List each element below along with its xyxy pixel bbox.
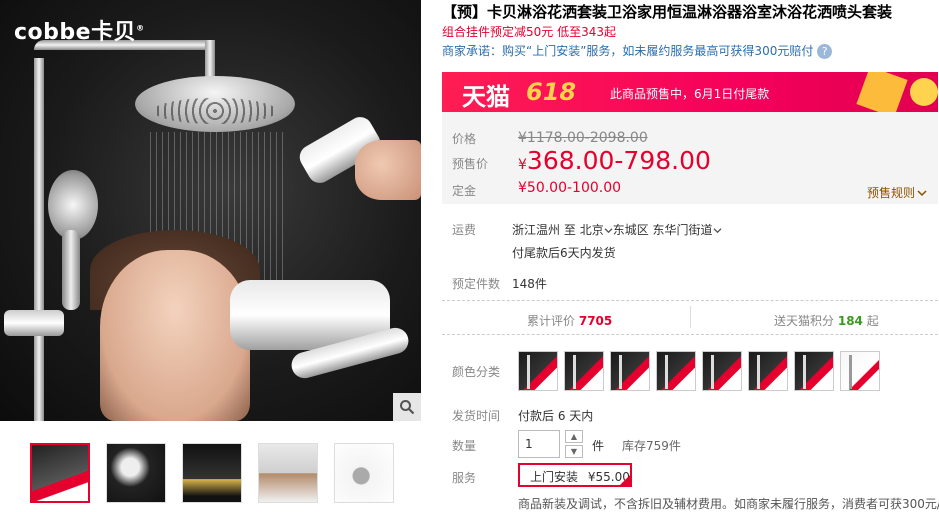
district-select[interactable]: 东城区: [613, 223, 649, 237]
merchant-promise: 商家承诺：购买“上门安装”服务，如未履约服务最高可获得300元赔付 ?: [442, 42, 833, 59]
shipping-note: 付尾款后6天内发货: [512, 246, 616, 260]
color-option[interactable]: [748, 351, 788, 391]
presale-rules-link[interactable]: 预售规则: [867, 184, 927, 201]
thumbnail-5[interactable]: [334, 443, 394, 503]
rain-showerhead: [135, 76, 295, 132]
promo-text: 组合挂件预定减50元 低至343起: [442, 25, 616, 39]
presale-price-value: 368.00-798.00: [526, 146, 711, 175]
delivery-time-value: 付款后 6 天内: [518, 409, 594, 423]
presale-note: 此商品预售中，6月1日付尾款: [610, 87, 770, 101]
divider: [442, 334, 938, 335]
divider: [690, 306, 691, 328]
product-title: 【预】卡贝淋浴花洒套装卫浴家用恒温淋浴器浴室沐浴花洒喷头套装: [442, 3, 893, 21]
magnifier-icon: [400, 400, 415, 415]
chevron-down-icon: [917, 190, 927, 197]
street-select[interactable]: 东华门街道: [653, 223, 722, 237]
presale-rules-label: 预售规则: [867, 186, 916, 200]
color-option[interactable]: [794, 351, 834, 391]
shower-riser: [34, 58, 44, 421]
points-value: 184: [837, 314, 863, 328]
reviews-label: 累计评价: [527, 314, 576, 328]
tmall-618-banner: 天猫 618 此商品预售中，6月1日付尾款: [442, 72, 938, 112]
booked-count: 148件: [512, 277, 547, 291]
points-label: 送天猫积分: [774, 314, 835, 328]
quantity-input[interactable]: 1: [518, 430, 560, 458]
merchant-promise-text: 商家承诺：购买“上门安装”服务，如未履约服务最高可获得300元赔付: [442, 44, 814, 58]
quantity-increase-button[interactable]: ▲: [565, 430, 583, 443]
event-number: 618: [526, 78, 577, 106]
presale-price: ¥368.00-798.00: [518, 146, 711, 175]
stock-count: 库存759件: [622, 439, 681, 453]
selected-check-icon: [620, 475, 630, 485]
help-icon[interactable]: ?: [817, 44, 833, 59]
price-label: 价格: [452, 132, 477, 146]
ship-to-word: 至: [563, 223, 576, 237]
tmall-logo-text: 天猫: [462, 83, 510, 111]
thumbnail-4[interactable]: [258, 443, 318, 503]
color-option[interactable]: [564, 351, 604, 391]
color-option[interactable]: [656, 351, 696, 391]
chevron-down-icon: [604, 228, 613, 234]
hand: [355, 140, 421, 200]
chevron-down-icon: [713, 228, 722, 234]
zoom-button[interactable]: [393, 393, 421, 421]
color-option[interactable]: [840, 351, 880, 391]
color-option[interactable]: [518, 351, 558, 391]
currency-symbol: ¥: [518, 157, 527, 173]
handheld-handle: [62, 230, 80, 310]
model-face: [100, 250, 250, 421]
main-product-image[interactable]: cobbe卡贝®: [0, 0, 421, 421]
quantity-decrease-button[interactable]: ▼: [565, 445, 583, 458]
booked-label: 预定件数: [452, 277, 501, 291]
color-option[interactable]: [702, 351, 742, 391]
ship-from: 浙江温州: [512, 223, 561, 237]
points-suffix: 起: [866, 314, 879, 328]
deposit-label: 定金: [452, 184, 477, 198]
divider: [442, 300, 938, 301]
service-option-install[interactable]: 上门安装 ¥55.00: [518, 463, 632, 487]
city-select[interactable]: 北京: [580, 223, 613, 237]
points-stat: 送天猫积分 184 起: [774, 312, 879, 329]
color-option[interactable]: [610, 351, 650, 391]
price-panel: 价格 ¥1178.00-2098.00 预售价 ¥368.00-798.00 定…: [442, 112, 938, 204]
presale-label: 预售价: [452, 157, 489, 171]
delivery-time-label: 发货时间: [452, 409, 501, 423]
quantity-unit: 件: [592, 439, 605, 453]
original-price: ¥1178.00-2098.00: [518, 130, 648, 146]
service-option-label: 上门安装: [530, 470, 579, 484]
thumbnail-2[interactable]: [106, 443, 166, 503]
brand-logo: cobbe卡贝®: [14, 20, 145, 45]
reviews-stat[interactable]: 累计评价 7705: [527, 312, 612, 329]
color-label: 颜色分类: [452, 365, 501, 379]
deposit-price: ¥50.00-100.00: [518, 180, 622, 196]
quantity-label: 数量: [452, 439, 477, 453]
thumbnail-1[interactable]: [30, 443, 90, 503]
thumbnail-3[interactable]: [182, 443, 242, 503]
coin-icon: [910, 78, 938, 106]
slide-bracket: [4, 310, 64, 336]
service-label: 服务: [452, 471, 477, 485]
shipping-label: 运费: [452, 223, 477, 237]
shipping-destination: 浙江温州 至 北京 东城区 东华门街道: [512, 221, 722, 238]
gift-box-icon: [856, 72, 908, 112]
reviews-count: 7705: [578, 314, 613, 328]
service-description: 商品新装及调试，不含拆旧及辅材费用。如商家未履行服务，消费者可获300元/: [518, 497, 939, 511]
